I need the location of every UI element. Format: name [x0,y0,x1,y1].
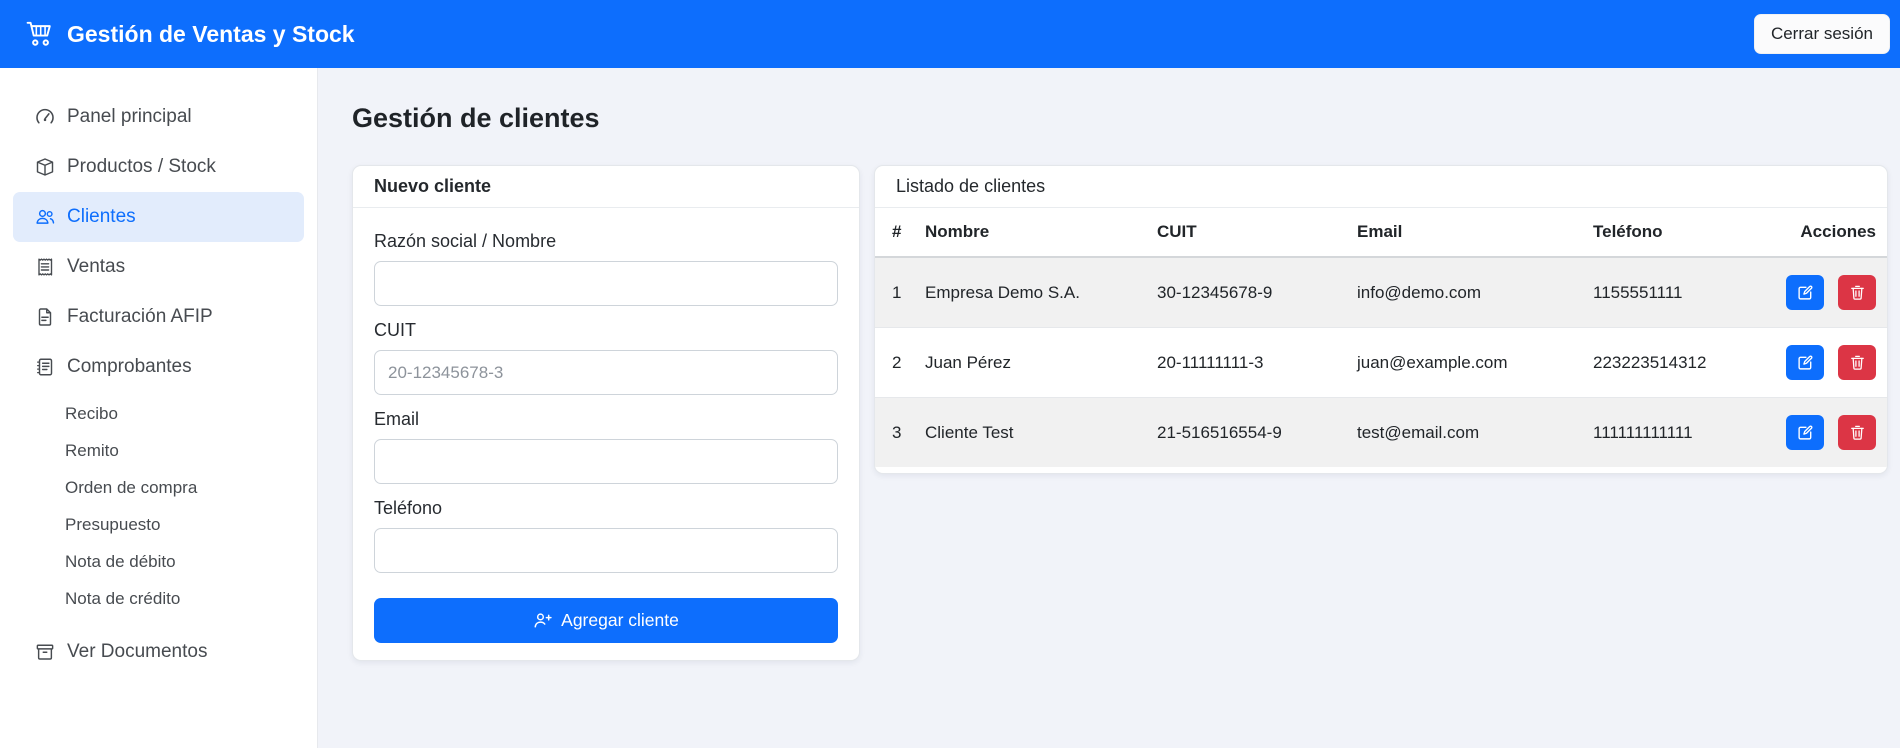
column-header-cuit: CUIT [1145,208,1345,258]
pencil-square-icon [1798,355,1813,370]
new-client-card-title: Nuevo cliente [353,166,859,208]
client-cuit-cell: 30-12345678-9 [1145,257,1345,328]
sidebar-item-facturacion-afip[interactable]: Facturación AFIP [13,292,304,342]
sidebar-item-productos-stock[interactable]: Productos / Stock [13,142,304,192]
sidebar-subitem-nota-de-debito[interactable]: Nota de débito [13,543,304,580]
client-actions-cell [1759,327,1887,398]
sidebar-item-ventas[interactable]: Ventas [13,242,304,292]
sidebar-item-clientes[interactable]: Clientes [13,192,304,242]
sidebar-subitem-recibo[interactable]: Recibo [13,395,304,432]
client-telefono-cell: 223223514312 [1581,327,1759,398]
app-window: Gestión de Ventas y Stock Cerrar sesión … [0,0,1900,748]
column-header-nombre: Nombre [913,208,1145,258]
edit-client-button[interactable] [1786,415,1825,450]
app-header: Gestión de Ventas y Stock Cerrar sesión [0,0,1900,68]
client-cuit-cell: 21-516516554-9 [1145,397,1345,467]
column-header-acciones: Acciones [1759,208,1887,258]
sidebar-item-panel-principal[interactable]: Panel principal [13,92,304,142]
archive-icon [36,644,54,660]
clients-list-card-title: Listado de clientes [875,166,1887,208]
file-text-icon [38,308,52,326]
delete-client-button[interactable] [1838,345,1876,380]
comprobantes-submenu: Recibo Remito Orden de compra Presupuest… [13,392,304,619]
speedometer-icon [36,108,54,124]
client-telefono-cell: 111111111111 [1581,397,1759,467]
client-nombre-cell: Empresa Demo S.A. [913,257,1145,328]
edit-client-button[interactable] [1786,275,1825,310]
telefono-input[interactable] [374,528,838,573]
sidebar-subitem-orden-de-compra[interactable]: Orden de compra [13,469,304,506]
sidebar-item-label: Facturación AFIP [67,306,213,327]
agregar-cliente-button[interactable]: Agregar cliente [374,598,838,643]
sidebar-item-ver-documentos[interactable]: Ver Documentos [13,627,304,677]
client-actions-cell [1759,397,1887,467]
new-client-form: Razón social / Nombre CUIT Email Teléfon… [353,208,859,660]
app-body: Panel principal Productos / Stock Client… [0,68,1900,748]
cart-icon [26,21,51,46]
app-title: Gestión de Ventas y Stock [67,20,355,47]
sidebar-item-label: Productos / Stock [67,156,216,177]
sidebar-subitem-nota-de-credito[interactable]: Nota de crédito [13,580,304,617]
journal-icon [37,358,53,376]
delete-client-button[interactable] [1838,415,1876,450]
new-client-card: Nuevo cliente Razón social / Nombre CUIT… [352,165,860,661]
email-label: Email [374,409,420,429]
razon-social-label: Razón social / Nombre [374,231,557,251]
trash-icon [1850,355,1864,370]
cuit-label: CUIT [374,320,416,340]
client-row: 3 Cliente Test 21-516516554-9 test@email… [875,397,1887,467]
client-email-cell: info@demo.com [1345,257,1581,328]
client-email-cell: test@email.com [1345,397,1581,467]
clients-list-card: Listado de clientes # Nombre CUIT Email … [874,165,1888,474]
client-row: 2 Juan Pérez 20-11111111-3 juan@example.… [875,327,1887,398]
edit-client-button[interactable] [1786,345,1825,380]
column-header-num: # [875,208,913,258]
sidebar-subitem-remito[interactable]: Remito [13,432,304,469]
clients-table: # Nombre CUIT Email Teléfono Acciones 1 [875,208,1887,467]
content-row: Nuevo cliente Razón social / Nombre CUIT… [352,165,1888,661]
client-telefono-cell: 1155551111 [1581,257,1759,328]
cuit-input[interactable] [374,350,838,395]
client-nombre-cell: Juan Pérez [913,327,1145,398]
page-title: Gestión de clientes [352,103,600,133]
client-cuit-cell: 20-11111111-3 [1145,327,1345,398]
pencil-square-icon [1798,425,1813,440]
razon-social-input[interactable] [374,261,838,306]
sidebar: Panel principal Productos / Stock Client… [0,68,318,748]
telefono-label: Teléfono [374,498,443,518]
sidebar-item-label: Ver Documentos [67,641,208,662]
brand: Gestión de Ventas y Stock [26,20,355,48]
column-header-email: Email [1345,208,1581,258]
trash-icon [1850,285,1864,300]
client-nombre-cell: Cliente Test [913,397,1145,467]
trash-icon [1850,425,1864,440]
client-num-cell: 3 [875,397,913,467]
main-content: Gestión de clientes Nuevo cliente Razón … [318,68,1900,748]
agregar-cliente-label: Agregar cliente [561,610,679,630]
sidebar-item-label: Comprobantes [67,356,192,377]
box-icon [36,158,54,176]
clients-table-header: # Nombre CUIT Email Teléfono Acciones [875,208,1887,258]
sidebar-item-label: Panel principal [67,106,192,127]
client-num-cell: 2 [875,327,913,398]
column-header-telefono: Teléfono [1581,208,1759,258]
receipt-icon [38,258,53,276]
sidebar-item-comprobantes[interactable]: Comprobantes [13,342,304,392]
people-icon [36,209,55,224]
client-email-cell: juan@example.com [1345,327,1581,398]
email-input[interactable] [374,439,838,484]
client-row: 1 Empresa Demo S.A. 30-12345678-9 info@d… [875,257,1887,328]
sidebar-item-label: Ventas [67,256,126,277]
sidebar-subitem-presupuesto[interactable]: Presupuesto [13,506,304,543]
logout-button[interactable]: Cerrar sesión [1753,14,1890,54]
client-num-cell: 1 [875,257,913,328]
pencil-square-icon [1798,285,1813,300]
person-plus-icon [534,613,552,628]
sidebar-item-label: Clientes [67,206,136,227]
client-actions-cell [1759,257,1887,328]
delete-client-button[interactable] [1838,275,1876,310]
